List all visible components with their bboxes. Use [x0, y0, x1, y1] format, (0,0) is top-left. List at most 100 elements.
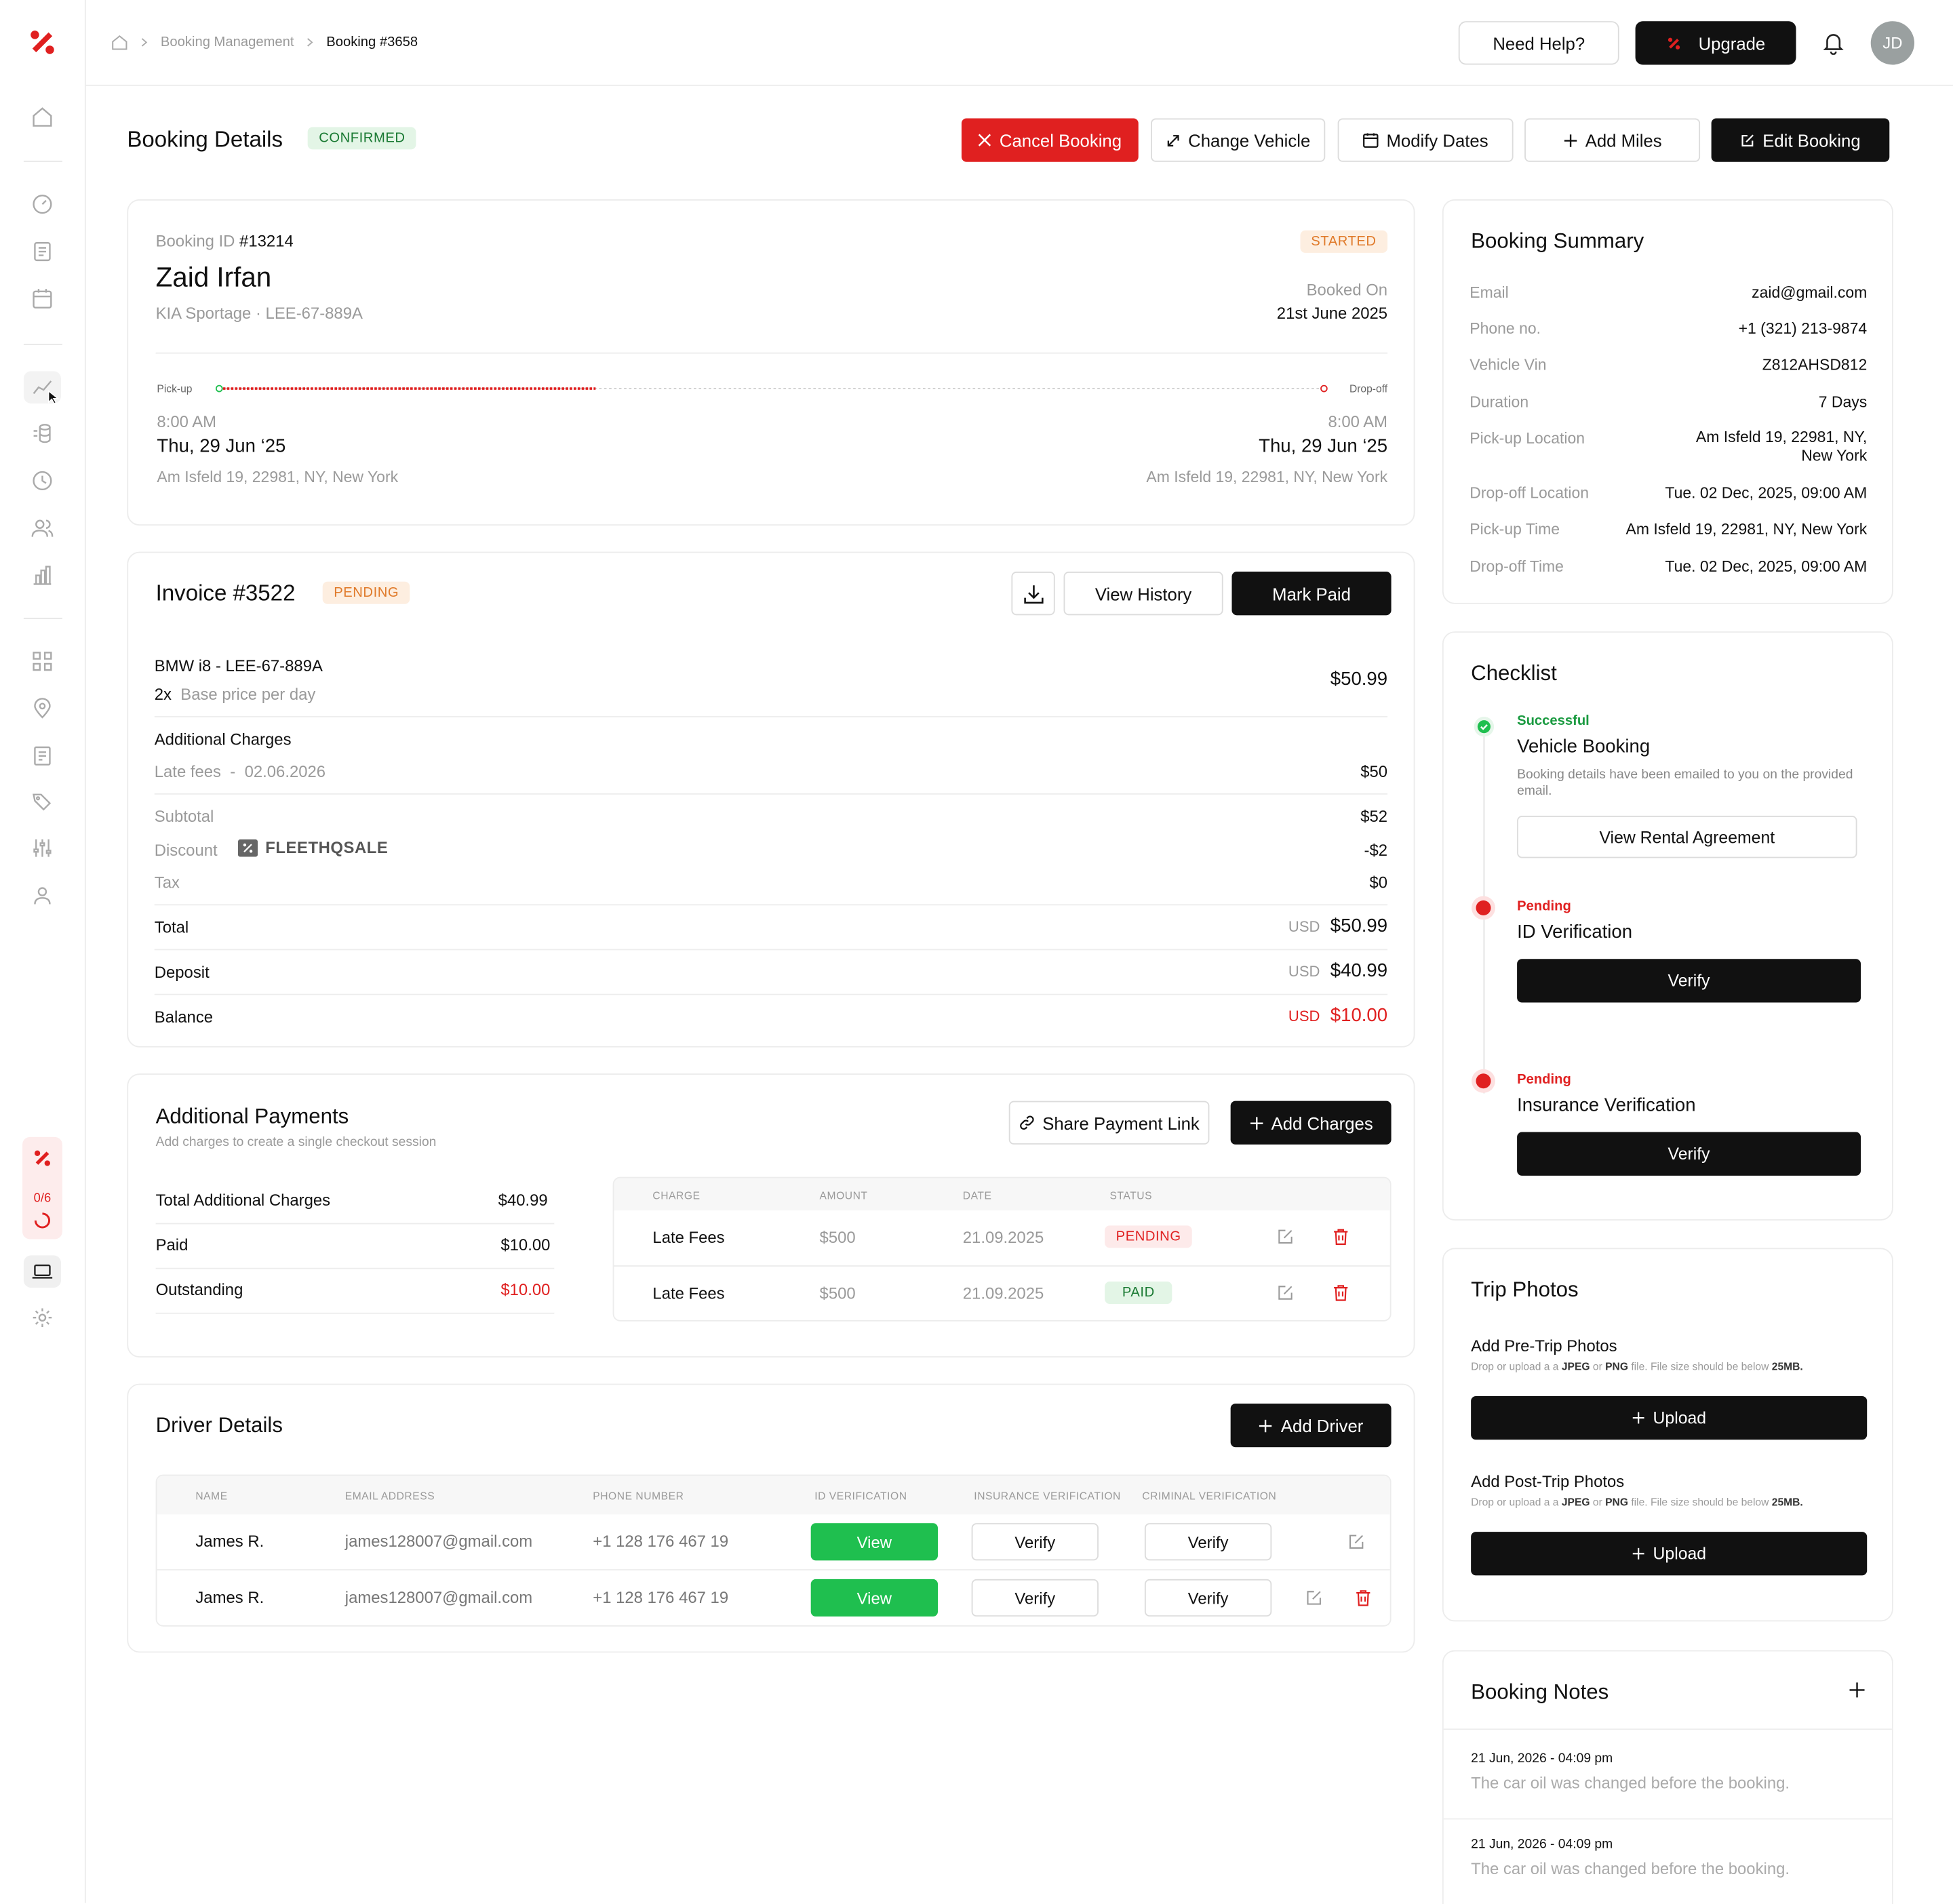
- table-header: [614, 1178, 1390, 1211]
- edit-booking-button[interactable]: Edit Booking: [1711, 118, 1890, 162]
- summary-value: Z812AHSD812: [1762, 356, 1868, 374]
- upload-pre-trip-button[interactable]: Upload: [1471, 1395, 1868, 1440]
- summary-value: zaid@gmail.com: [1752, 283, 1868, 302]
- location-icon[interactable]: [27, 694, 57, 723]
- upgrade-button[interactable]: Upgrade: [1635, 21, 1796, 65]
- charge-date: 21.09.2025: [962, 1227, 1044, 1247]
- brand-logo[interactable]: [27, 27, 57, 57]
- summary-value: $40.99: [498, 1190, 548, 1210]
- note-date: 21 Jun, 2026 - 04:09 pm: [1471, 1837, 1613, 1852]
- chevron-right-icon: [141, 37, 149, 47]
- view-history-button[interactable]: View History: [1063, 572, 1223, 616]
- edit-icon[interactable]: [1305, 1589, 1323, 1607]
- charge-amount: $500: [819, 1227, 856, 1247]
- upgrade-label: Upgrade: [1698, 33, 1766, 54]
- charge-amount: $500: [819, 1284, 856, 1303]
- bell-icon[interactable]: [1821, 30, 1846, 55]
- documents-icon[interactable]: [27, 237, 57, 266]
- photos-title: Trip Photos: [1471, 1277, 1579, 1302]
- view-rental-agreement-button[interactable]: View Rental Agreement: [1517, 816, 1857, 858]
- summary-value: 7 Days: [1818, 393, 1868, 412]
- edit-icon[interactable]: [1347, 1533, 1365, 1551]
- divider: [154, 716, 1388, 717]
- users-icon[interactable]: [27, 513, 57, 543]
- mark-paid-button[interactable]: Mark Paid: [1231, 572, 1392, 616]
- edit-icon: [1740, 133, 1755, 148]
- modify-dates-button[interactable]: Modify Dates: [1337, 118, 1514, 162]
- upload-post-trip-button[interactable]: Upload: [1471, 1532, 1868, 1576]
- verify-insurance-button[interactable]: Verify: [1517, 1132, 1861, 1176]
- cancel-booking-label: Cancel Booking: [999, 130, 1122, 151]
- change-vehicle-button[interactable]: Change Vehicle: [1151, 118, 1326, 162]
- view-id-button[interactable]: View: [810, 1579, 939, 1617]
- view-id-button[interactable]: View: [810, 1523, 939, 1561]
- balance-value: USD $10.00: [1288, 1005, 1387, 1026]
- vehicle-plate: LEE-67-889A: [265, 304, 363, 323]
- summary-label: Phone no.: [1469, 320, 1541, 338]
- finance-icon[interactable]: [27, 418, 57, 448]
- balance-label: Balance: [154, 1007, 214, 1027]
- breadcrumb-parent[interactable]: Booking Management: [161, 35, 294, 49]
- clock-icon[interactable]: [27, 466, 57, 496]
- help-button[interactable]: Need Help?: [1458, 21, 1619, 65]
- summary-label: Total Additional Charges: [155, 1190, 331, 1210]
- edit-icon[interactable]: [1277, 1228, 1295, 1246]
- swap-icon: [1166, 133, 1181, 148]
- summary-title: Booking Summary: [1471, 229, 1644, 253]
- home-icon[interactable]: [27, 102, 57, 132]
- column-header: NAME: [195, 1489, 228, 1503]
- share-payment-link-button[interactable]: Share Payment Link: [1008, 1100, 1210, 1145]
- receipt-icon[interactable]: [27, 741, 57, 771]
- summary-label: Duration: [1469, 393, 1529, 412]
- tags-icon[interactable]: [27, 787, 57, 817]
- brand-mini-icon: [33, 1148, 52, 1168]
- calendar-icon[interactable]: [27, 284, 57, 314]
- payments-subtitle: Add charges to create a single checkout …: [155, 1134, 437, 1150]
- summary-value: +1 (321) 213-9874: [1738, 320, 1868, 338]
- invoice-item: BMW i8 - LEE-67-889A: [154, 656, 323, 675]
- cancel-booking-button[interactable]: Cancel Booking: [961, 118, 1139, 162]
- verify-criminal-button[interactable]: Verify: [1144, 1579, 1272, 1617]
- add-note-icon[interactable]: [1849, 1682, 1866, 1699]
- reports-icon[interactable]: [27, 561, 57, 591]
- booking-id: Booking ID #13214: [156, 232, 294, 251]
- breadcrumb-current: Booking #3658: [326, 35, 418, 50]
- verify-criminal-button[interactable]: Verify: [1144, 1523, 1272, 1561]
- top-bar: Booking Management Booking #3658 Need He…: [85, 0, 1953, 86]
- dropoff-address: Am Isfeld 19, 22981, NY, New York: [1146, 468, 1388, 486]
- apps-icon[interactable]: [27, 646, 57, 676]
- edit-icon[interactable]: [1277, 1284, 1295, 1302]
- plus-icon: [1249, 1115, 1264, 1130]
- home-icon[interactable]: [111, 34, 128, 52]
- tax-value: $0: [1369, 873, 1388, 892]
- drivers-table: NAME EMAIL ADDRESS PHONE NUMBER ID VERIF…: [155, 1474, 1392, 1627]
- qty: 2x: [154, 685, 172, 704]
- profile-icon[interactable]: [27, 881, 57, 911]
- total-value: USD $50.99: [1288, 915, 1387, 936]
- add-driver-button[interactable]: Add Driver: [1230, 1403, 1392, 1448]
- discount-label: Discount: [154, 840, 218, 860]
- verify-insurance-button[interactable]: Verify: [971, 1579, 1099, 1617]
- brand-mini-icon: [1666, 35, 1681, 50]
- avatar[interactable]: JD: [1870, 21, 1915, 65]
- add-charges-button[interactable]: Add Charges: [1230, 1100, 1392, 1145]
- verify-id-button[interactable]: Verify: [1517, 959, 1861, 1003]
- discount-value: -$2: [1364, 840, 1388, 860]
- device-icon[interactable]: [23, 1255, 61, 1288]
- trash-icon[interactable]: [1333, 1284, 1349, 1302]
- trash-icon[interactable]: [1333, 1228, 1349, 1246]
- discount-code: FLEETHQSALE: [237, 838, 389, 857]
- gear-icon[interactable]: [27, 1303, 57, 1332]
- verify-insurance-button[interactable]: Verify: [971, 1523, 1099, 1561]
- charge-name: Late Fees: [652, 1227, 725, 1247]
- summary-label: Drop-off Time: [1469, 557, 1564, 576]
- plus-icon: [1632, 1411, 1645, 1425]
- download-button[interactable]: [1011, 572, 1055, 616]
- add-miles-button[interactable]: Add Miles: [1524, 118, 1701, 162]
- settings-sliders-icon[interactable]: [27, 833, 57, 863]
- chevron-right-icon: [307, 37, 314, 47]
- booking-status-badge: CONFIRMED: [307, 127, 417, 150]
- dashboard-icon[interactable]: [27, 189, 57, 219]
- trash-icon[interactable]: [1355, 1589, 1371, 1607]
- onboarding-progress[interactable]: 0/6: [22, 1136, 62, 1239]
